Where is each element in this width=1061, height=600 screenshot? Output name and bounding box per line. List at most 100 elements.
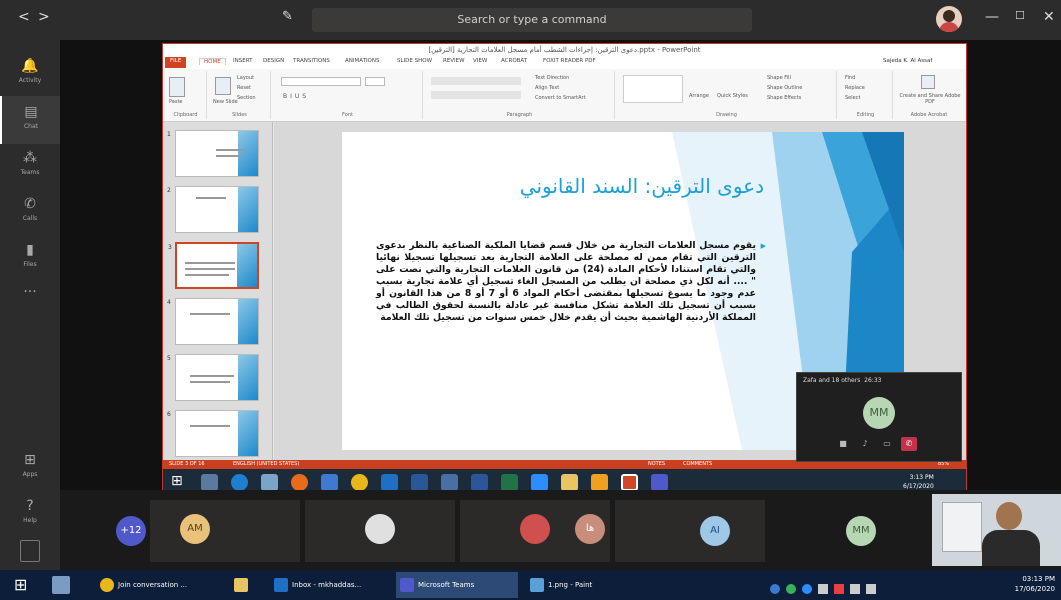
rail-activity[interactable]: 🔔 Activity bbox=[0, 50, 60, 98]
avatar: AM bbox=[180, 514, 210, 544]
font-name-select[interactable] bbox=[281, 77, 361, 86]
participant-tile[interactable]: ها bbox=[575, 500, 765, 562]
ribbon-group-drawing: Arrange Quick Styles Shape Fill Shape Ou… bbox=[617, 71, 837, 119]
acrobat-pdf-icon[interactable] bbox=[921, 75, 935, 89]
tab-review[interactable]: REVIEW bbox=[443, 58, 465, 64]
presenter-clock: 3:13 PM 6/17/2020 bbox=[903, 474, 934, 490]
slide-thumbnail[interactable]: 5 bbox=[167, 354, 259, 401]
rail-teams[interactable]: ⁂ Teams bbox=[0, 142, 60, 190]
ribbon-group-font: BIUS Font bbox=[273, 71, 423, 119]
windows-taskbar: ⊞ Join conversation ... Inbox - mkhaddas… bbox=[0, 570, 1061, 600]
rail-more[interactable]: ... bbox=[0, 272, 60, 320]
apps-icon: ⊞ bbox=[24, 452, 36, 468]
device-icon[interactable] bbox=[20, 540, 40, 562]
tab-acrobat[interactable]: ACROBAT bbox=[501, 58, 527, 64]
cortana-icon[interactable] bbox=[201, 474, 218, 491]
edge-icon[interactable] bbox=[231, 474, 248, 491]
camera-icon[interactable]: ■ bbox=[835, 437, 851, 451]
app-icon[interactable] bbox=[261, 474, 278, 491]
taskbar-item-paint[interactable]: 1.png - Paint bbox=[526, 572, 636, 598]
windows-start-icon[interactable]: ⊞ bbox=[171, 473, 183, 489]
font-size-select[interactable] bbox=[365, 77, 385, 86]
paste-icon[interactable] bbox=[169, 77, 185, 97]
new-slide-icon[interactable] bbox=[215, 77, 231, 95]
notes-button[interactable]: NOTES bbox=[648, 460, 665, 469]
app-icon[interactable] bbox=[591, 474, 608, 491]
tab-transitions[interactable]: TRANSITIONS bbox=[293, 58, 330, 64]
paint-icon bbox=[530, 578, 544, 592]
teams-icon[interactable] bbox=[651, 474, 668, 491]
explorer-icon[interactable] bbox=[561, 474, 578, 491]
help-icon: ? bbox=[26, 498, 34, 514]
file-icon: ▮ bbox=[26, 242, 34, 258]
tab-home[interactable]: HOME bbox=[199, 58, 226, 65]
word-icon[interactable] bbox=[471, 474, 488, 491]
self-video-preview[interactable] bbox=[932, 494, 1061, 566]
system-tray[interactable] bbox=[770, 579, 960, 594]
outlook-icon bbox=[274, 578, 288, 592]
list-buttons[interactable] bbox=[431, 77, 521, 85]
taskbar-item-outlook[interactable]: Inbox - mkhaddas... bbox=[270, 572, 388, 598]
tab-foxit[interactable]: FOXIT READER PDF bbox=[543, 58, 596, 64]
back-button[interactable]: < bbox=[18, 9, 30, 25]
tab-design[interactable]: DESIGN bbox=[263, 58, 284, 64]
system-clock[interactable]: 03:13 PM 17/06/2020 bbox=[1015, 574, 1055, 594]
share-icon[interactable]: ▭ bbox=[879, 437, 895, 451]
firefox-icon[interactable] bbox=[291, 474, 308, 491]
tab-slideshow[interactable]: SLIDE SHOW bbox=[397, 58, 432, 64]
ribbon-group-editing: Find Replace Select Editing bbox=[839, 71, 893, 119]
avatar bbox=[520, 514, 550, 544]
chrome-icon[interactable] bbox=[351, 474, 368, 491]
slide-thumbnail[interactable]: 6 bbox=[167, 410, 259, 457]
tab-file[interactable]: FILE bbox=[165, 57, 187, 68]
minimize-icon[interactable]: — bbox=[985, 9, 999, 25]
rail-chat[interactable]: ▤ Chat bbox=[0, 96, 60, 144]
rail-apps[interactable]: ⊞ Apps bbox=[0, 444, 60, 492]
app-icon[interactable] bbox=[441, 474, 458, 491]
zoom-app-icon[interactable] bbox=[531, 474, 548, 491]
slide-thumbnail[interactable]: 4 bbox=[167, 298, 259, 345]
outlook-icon[interactable] bbox=[381, 474, 398, 491]
participant-tile[interactable] bbox=[305, 500, 455, 562]
profile-avatar[interactable] bbox=[936, 6, 962, 32]
app-icon[interactable] bbox=[321, 474, 338, 491]
shapes-gallery[interactable] bbox=[623, 75, 683, 103]
windows-start-icon[interactable]: ⊞ bbox=[14, 575, 27, 594]
overflow-participants[interactable]: +12 bbox=[116, 516, 146, 546]
comments-button[interactable]: COMMENTS bbox=[683, 460, 712, 469]
avatar[interactable]: AI bbox=[700, 516, 730, 546]
compose-icon[interactable]: ✎ bbox=[282, 9, 293, 24]
mic-icon[interactable]: ♪ bbox=[857, 437, 873, 451]
tab-insert[interactable]: INSERT bbox=[233, 58, 252, 64]
call-name: Zafa and 18 others bbox=[803, 377, 861, 384]
forward-button[interactable]: > bbox=[38, 9, 50, 25]
avatar[interactable]: MM bbox=[846, 516, 876, 546]
rail-help[interactable]: ? Help bbox=[0, 490, 60, 538]
align-buttons[interactable] bbox=[431, 91, 521, 99]
excel-icon[interactable] bbox=[501, 474, 518, 491]
ribbon-group-acrobat: Create and Share Adobe PDF Adobe Acrobat bbox=[895, 71, 963, 119]
taskbar-item-teams[interactable]: Microsoft Teams bbox=[396, 572, 518, 598]
close-icon[interactable]: ✕ bbox=[1043, 9, 1055, 25]
tab-animations[interactable]: ANIMATIONS bbox=[345, 58, 380, 64]
maximize-icon[interactable]: ☐ bbox=[1015, 9, 1025, 22]
tab-view[interactable]: VIEW bbox=[473, 58, 487, 64]
font-format-buttons[interactable]: BIUS bbox=[283, 93, 309, 100]
powerpoint-icon[interactable] bbox=[621, 474, 638, 491]
search-input[interactable]: Search or type a command bbox=[312, 8, 752, 32]
call-monitor-popup[interactable]: Zafa and 18 others 26:33 MM ■ ♪ ▭ ✆ bbox=[796, 372, 962, 462]
ribbon-group-clipboard: Paste Clipboard bbox=[165, 71, 207, 119]
slide-thumbnail[interactable]: 2 bbox=[167, 186, 259, 233]
taskbar-item-chrome[interactable]: Join conversation ... bbox=[96, 572, 222, 598]
taskbar-item-explorer[interactable] bbox=[230, 572, 260, 598]
app-icon[interactable] bbox=[52, 576, 70, 594]
word-icon[interactable] bbox=[411, 474, 428, 491]
slide-thumbnail-pane: 1 2 3 4 5 6 bbox=[163, 122, 273, 460]
end-call-icon[interactable]: ✆ bbox=[901, 437, 917, 451]
rail-calls[interactable]: ✆ Calls bbox=[0, 188, 60, 236]
chat-icon: ▤ bbox=[24, 104, 38, 120]
slide-body-text: يقوم مسجل العلامات التجارية من خلال قسم … bbox=[376, 240, 756, 323]
slide-thumbnail[interactable]: 1 bbox=[167, 130, 259, 177]
slide-thumbnail-selected[interactable]: 3 bbox=[168, 242, 259, 289]
participant-tile[interactable]: AM bbox=[150, 500, 300, 562]
